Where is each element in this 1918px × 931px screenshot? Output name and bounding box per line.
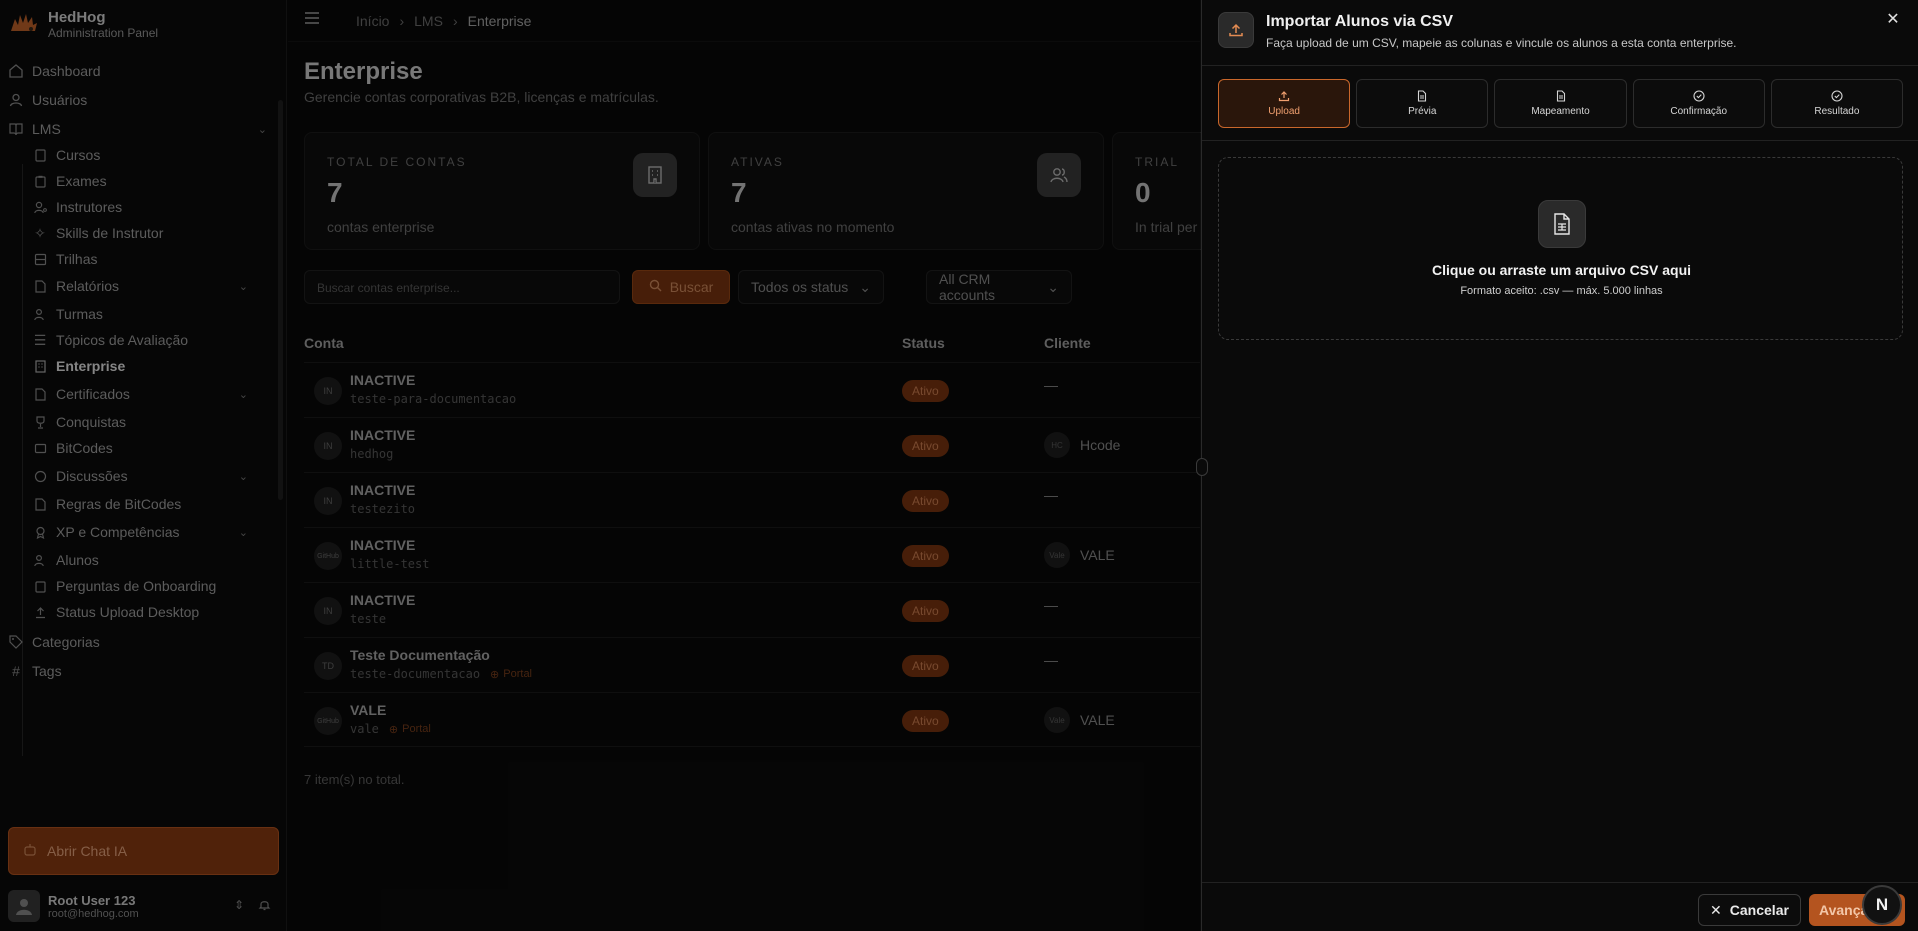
step-previa[interactable]: Prévia <box>1356 79 1489 128</box>
step-mapeamento[interactable]: Mapeamento <box>1494 79 1627 128</box>
app-root: HedHog Administration Panel Dashboard Us… <box>0 0 1918 931</box>
floating-n-badge[interactable]: N <box>1862 885 1902 925</box>
import-csv-drawer: Importar Alunos via CSV Faça upload de u… <box>1201 0 1918 931</box>
close-icon: ✕ <box>1710 901 1722 918</box>
step-label: Resultado <box>1814 106 1860 117</box>
divider <box>1202 882 1918 883</box>
check-circle-icon <box>1831 90 1843 102</box>
upload-icon <box>1278 90 1290 102</box>
divider <box>1202 65 1918 66</box>
close-icon[interactable]: ✕ <box>1882 8 1904 30</box>
step-label: Upload <box>1268 106 1300 117</box>
stepper: Upload Prévia Mapeamento Confirmação Res… <box>1218 79 1904 128</box>
step-label: Mapeamento <box>1531 106 1590 117</box>
file-text-icon <box>1555 90 1567 102</box>
step-upload[interactable]: Upload <box>1218 79 1351 128</box>
step-label: Prévia <box>1408 106 1437 117</box>
dropzone-subtitle: Formato aceito: .csv — máx. 5.000 linhas <box>1460 285 1663 297</box>
step-label: Confirmação <box>1670 106 1728 117</box>
divider <box>1202 140 1918 141</box>
check-circle-icon <box>1693 90 1705 102</box>
dropzone-title: Clique ou arraste um arquivo CSV aqui <box>1431 262 1692 278</box>
drawer-resize-handle[interactable] <box>1196 458 1208 476</box>
file-spreadsheet-icon <box>1538 200 1586 248</box>
cancel-button-label: Cancelar <box>1729 902 1789 918</box>
csv-dropzone[interactable]: Clique ou arraste um arquivo CSV aqui Fo… <box>1218 157 1903 340</box>
modal-backdrop[interactable] <box>0 0 1200 931</box>
drawer-title: Importar Alunos via CSV <box>1266 13 1453 30</box>
file-text-icon <box>1416 90 1428 102</box>
upload-icon <box>1218 12 1254 48</box>
cancel-button[interactable]: ✕ Cancelar <box>1698 894 1801 926</box>
step-resultado[interactable]: Resultado <box>1770 79 1904 128</box>
drawer-subtitle: Faça upload de um CSV, mapeie as colunas… <box>1266 36 1737 50</box>
step-confirmacao[interactable]: Confirmação <box>1632 79 1765 128</box>
